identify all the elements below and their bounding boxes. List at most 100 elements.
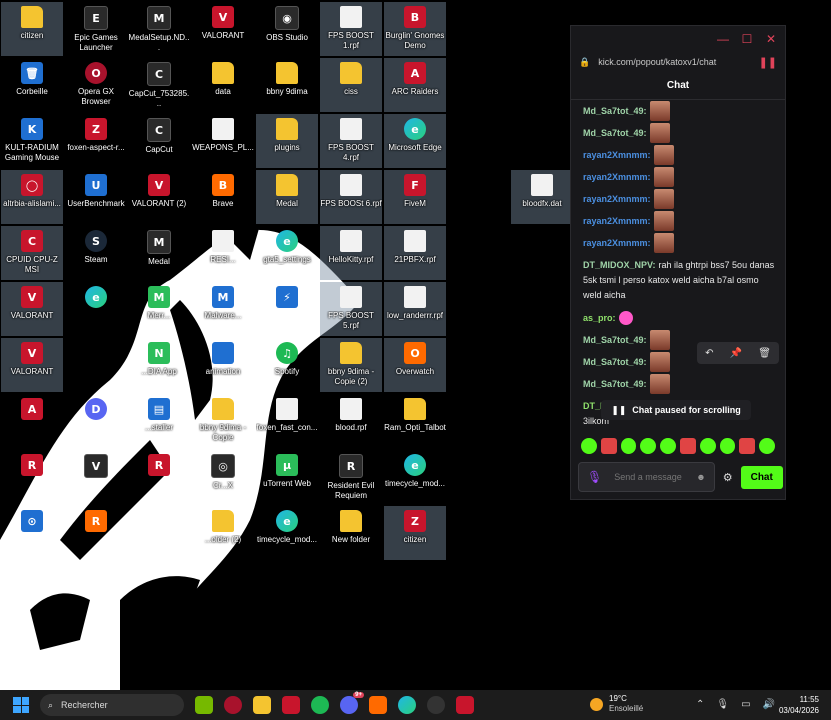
desktop-icon[interactable]: B Brave (192, 170, 254, 224)
emote-button[interactable] (699, 438, 716, 454)
desktop-icon[interactable]: e Microsoft Edge (384, 114, 446, 168)
microphone-icon[interactable]: 🎙 (587, 470, 602, 484)
emote-button[interactable] (719, 438, 736, 454)
desktop-icon[interactable]: blood.rpf (320, 394, 382, 448)
file-explorer-icon[interactable] (253, 696, 271, 714)
chat-message-list[interactable]: Md_Sa7tot_49: Md_Sa7tot_49: rayan2Xmnmm: ra… (571, 100, 785, 440)
desktop-icon[interactable]: Zfoxen-aspect-r... (65, 114, 127, 168)
desktop-icon[interactable]: K KULT-RADIUM Gaming Mouse (1, 114, 63, 168)
desktop-icon[interactable]: M Medal (128, 226, 190, 280)
desktop-icon[interactable]: ⊙ (1, 506, 63, 560)
chat-username[interactable]: rayan2Xmnmm: (583, 232, 651, 254)
desktop-icon[interactable]: S Steam (65, 226, 127, 280)
pause-icon[interactable]: ❚❚ (759, 56, 777, 69)
desktop-icon[interactable]: D (65, 394, 127, 448)
emote-button[interactable] (600, 438, 617, 454)
desktop-icon[interactable]: Zcitizen (384, 506, 446, 560)
desktop-icon[interactable]: V VALORANT (192, 2, 254, 56)
desktop-icon[interactable]: Medal (256, 170, 318, 224)
emote-button[interactable] (581, 438, 597, 454)
chat-message[interactable]: rayan2Xmnmm: (583, 232, 775, 254)
emote-button[interactable] (679, 438, 696, 454)
desktop-icon[interactable]: 21PBFX.rpf (384, 226, 446, 280)
emote-button[interactable] (759, 438, 775, 454)
emote-button[interactable] (660, 438, 676, 454)
desktop-icon[interactable]: citizen (1, 2, 63, 56)
desktop-icon[interactable]: e (65, 282, 127, 336)
emote-button[interactable] (739, 438, 756, 454)
maximize-button[interactable]: ☐ (741, 32, 753, 46)
send-message-box[interactable]: 🎙 ☻ (578, 462, 715, 492)
windows-start-icon[interactable] (13, 697, 29, 713)
desktop-icon[interactable]: FPS BOOST 1.rpf (320, 2, 382, 56)
desktop-icon[interactable]: M MedalSetup.ND... (128, 2, 190, 56)
desktop-icon[interactable]: ◎ Cr...X (192, 450, 254, 504)
desktop-icon[interactable]: ▤ ...staller (128, 394, 190, 448)
desktop-icon[interactable]: R (128, 450, 190, 504)
brave-icon[interactable] (369, 696, 387, 714)
address-bar[interactable]: 🔒 kick.com/popout/katoxv1/chat ❚❚ (571, 51, 785, 73)
app-icon[interactable] (282, 696, 300, 714)
reply-icon[interactable]: ↶ (705, 348, 713, 359)
chat-username[interactable]: Md_Sa7tot_49: (583, 329, 647, 351)
desktop-icon[interactable]: E Epic Games Launcher (65, 2, 127, 56)
send-message-input[interactable] (612, 471, 687, 483)
volume-icon[interactable]: 🔊 (763, 699, 775, 710)
chat-username[interactable]: as_pro: (583, 307, 616, 329)
desktop-icon[interactable]: HelloKitty.rpf (320, 226, 382, 280)
desktop-icon[interactable]: R (65, 506, 127, 560)
desktop-icon[interactable]: A (1, 394, 63, 448)
close-button[interactable]: ✕ (765, 32, 777, 46)
desktop-icon[interactable]: FPS BOOST 4.rpf (320, 114, 382, 168)
desktop-icon[interactable]: ⚡ (256, 282, 318, 336)
chat-message[interactable]: rayan2Xmnmm: (583, 144, 775, 166)
desktop-icon[interactable]: U UserBenchmark (65, 170, 127, 224)
opera-icon[interactable] (224, 696, 242, 714)
chat-username[interactable]: rayan2Xmnmm: (583, 210, 651, 232)
emote-button[interactable] (640, 438, 657, 454)
discord-icon[interactable]: 9+ (340, 692, 364, 714)
desktop-icon[interactable]: foxen_fast_con... (256, 394, 318, 448)
taskbar-search-box[interactable]: ⌕ Rechercher (40, 694, 184, 716)
desktop-icon[interactable]: bbny 9dima - Copie (192, 394, 254, 448)
desktop-icon[interactable]: RESI... (192, 226, 254, 280)
desktop-icon[interactable]: bloodfx.dat (511, 170, 573, 224)
desktop-icon[interactable]: bbny 9dima (256, 58, 318, 112)
chat-message[interactable]: Md_Sa7tot_49: (583, 100, 775, 122)
gear-icon[interactable]: ⚙ (723, 471, 733, 484)
desktop-icon[interactable]: V VALORANT (1, 282, 63, 336)
send-chat-button[interactable]: Chat (740, 465, 783, 489)
desktop-icon[interactable]: New folder (320, 506, 382, 560)
chevron-up-icon[interactable]: ⌃ (696, 699, 704, 710)
chat-message[interactable]: rayan2Xmnmm: (583, 210, 775, 232)
chat-message[interactable]: DT_MIDOX_NPV: rah ila ghtrpi bss7 5ou dan… (583, 258, 775, 303)
obs-icon[interactable] (427, 696, 445, 714)
chat-username[interactable]: rayan2Xmnmm: (583, 188, 651, 210)
desktop-icon[interactable]: 🗑 Corbeille (1, 58, 63, 112)
microphone-icon[interactable]: 🎙 (716, 699, 729, 710)
desktop-icon[interactable]: ...older (2) (192, 506, 254, 560)
desktop-icon[interactable]: WEAPONS_PL... (192, 114, 254, 168)
edge-icon[interactable] (398, 696, 416, 714)
desktop-icon[interactable]: ♫ Spotify (256, 338, 318, 392)
desktop-icon[interactable]: A ARC Raiders (384, 58, 446, 112)
chat-username[interactable]: Md_Sa7tot_49: (583, 373, 647, 395)
minimize-button[interactable]: — (717, 32, 729, 46)
desktop-icon[interactable]: e timecycle_mod... (256, 506, 318, 560)
desktop-icon[interactable]: FPS BOOSt 6.rpf (320, 170, 382, 224)
chat-username[interactable]: rayan2Xmnmm: (583, 166, 651, 188)
emote-button[interactable] (620, 438, 637, 454)
chat-username[interactable]: rayan2Xmnmm: (583, 144, 651, 166)
desktop-icon[interactable]: C CapCut (128, 114, 190, 168)
desktop-icon[interactable]: FPS BOOST 5.rpf (320, 282, 382, 336)
desktop-icon[interactable]: M Malware... (192, 282, 254, 336)
chat-message[interactable]: Md_Sa7tot_49: (583, 373, 775, 395)
emoji-icon[interactable]: ☻ (696, 472, 705, 482)
desktop-icon[interactable]: B Burglin' Gnomes Demo (384, 2, 446, 56)
desktop-icon[interactable]: R Resident Evil Requiem (320, 450, 382, 504)
desktop-icon[interactable]: N ...DIA App (128, 338, 190, 392)
pin-icon[interactable]: 📌 (730, 348, 742, 359)
network-icon[interactable]: ▭ (741, 699, 750, 710)
desktop-icon[interactable]: bbny 9dima - Copie (2) (320, 338, 382, 392)
desktop-icon[interactable]: e gta5_settings (256, 226, 318, 280)
